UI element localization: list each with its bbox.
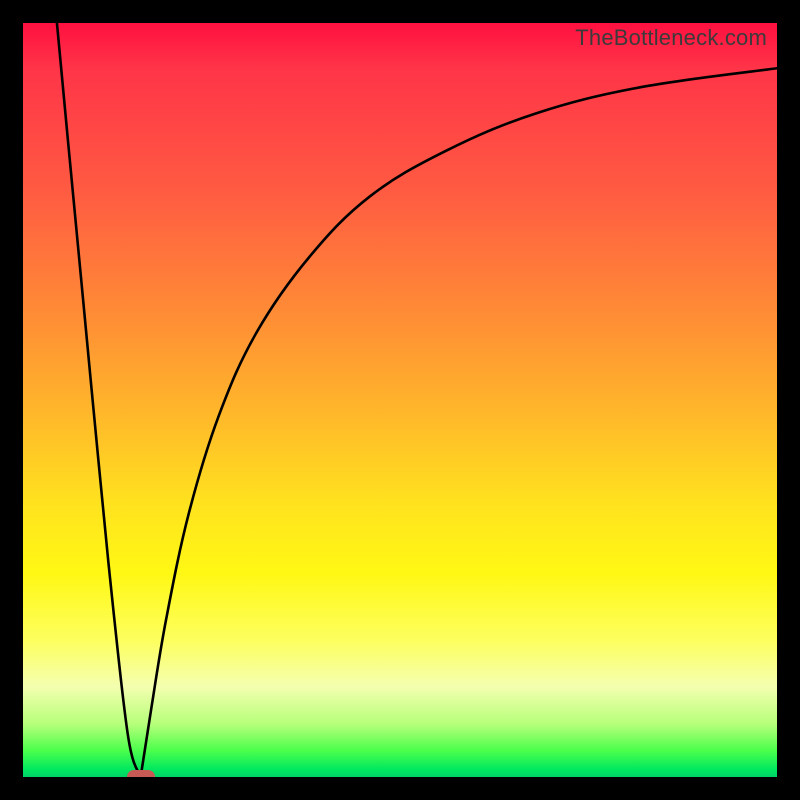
minimum-marker	[127, 770, 155, 777]
plot-area: TheBottleneck.com	[23, 23, 777, 777]
curve-layer	[23, 23, 777, 777]
chart-frame: TheBottleneck.com	[0, 0, 800, 800]
curve-left-branch	[57, 23, 141, 777]
curve-right-branch	[141, 68, 777, 777]
